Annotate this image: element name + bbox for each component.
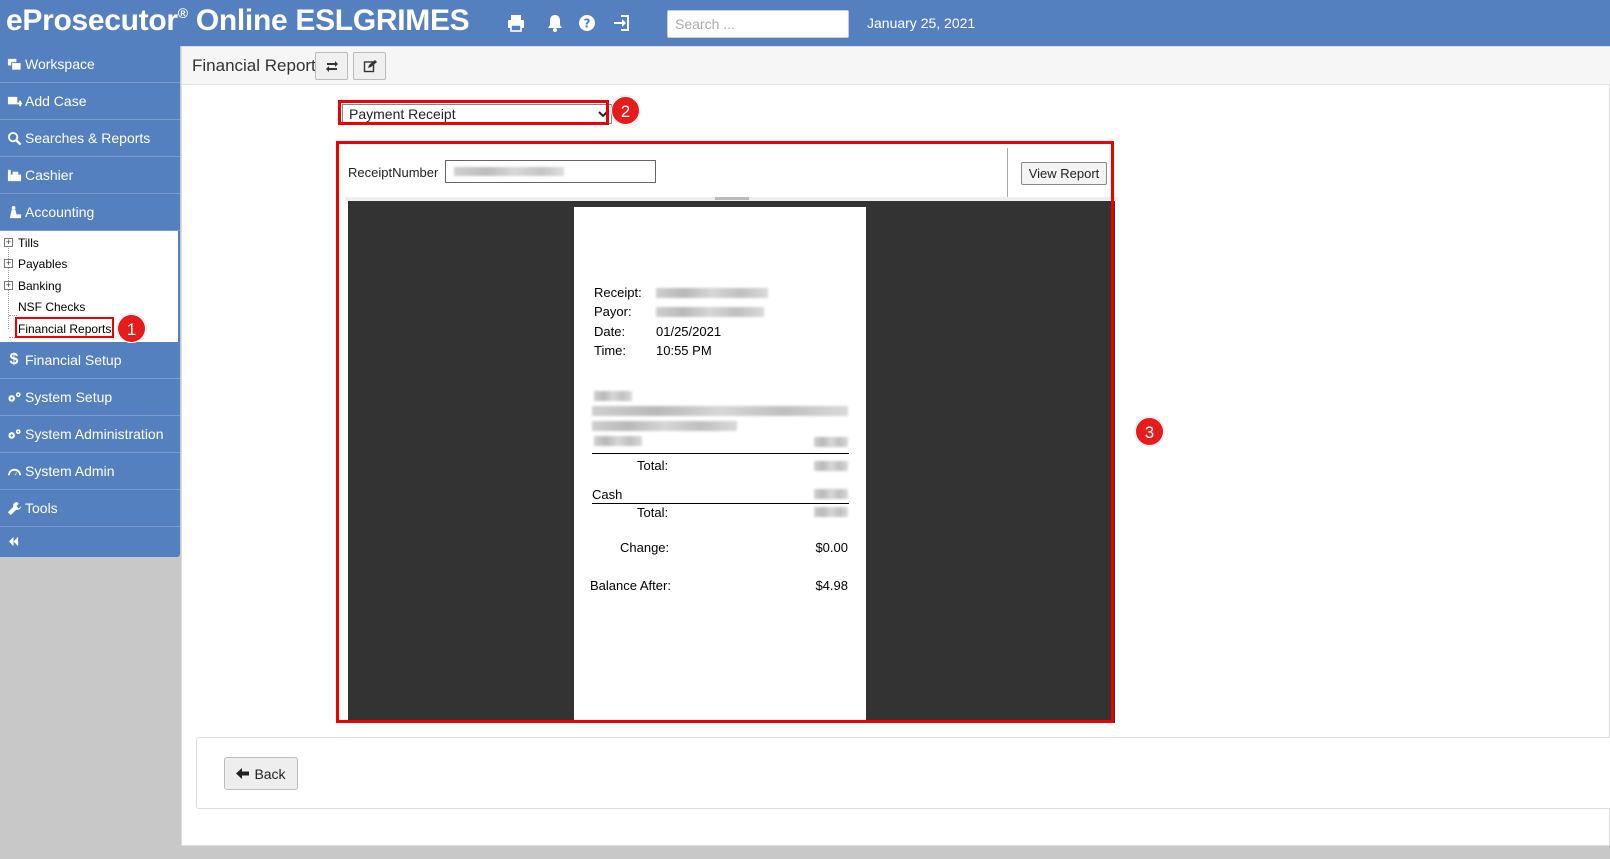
header-date: January 25, 2021 xyxy=(867,15,976,31)
wrench-icon xyxy=(5,500,23,516)
search-icon xyxy=(5,130,23,146)
add-case-icon xyxy=(5,93,23,109)
annotation-highlight-box xyxy=(336,141,1114,723)
sidebar-item-system-administration[interactable]: System Administration xyxy=(0,416,180,453)
sidebar-item-financial-setup[interactable]: $ Financial Setup xyxy=(0,342,180,379)
expand-plus-icon[interactable]: + xyxy=(4,259,13,268)
logout-icon[interactable] xyxy=(610,11,634,35)
arrow-left-icon xyxy=(236,768,250,779)
printer-icon[interactable] xyxy=(504,11,528,35)
page-title: Financial Reports xyxy=(192,56,325,75)
swap-button[interactable] xyxy=(315,52,348,80)
tree-connector xyxy=(9,315,17,316)
accounting-tree: + Tills + Payables + Banking NSF Checks … xyxy=(0,231,180,343)
sidebar-item-searches-reports[interactable]: Searches & Reports xyxy=(0,120,180,157)
expand-plus-icon[interactable]: + xyxy=(4,281,13,290)
sidebar-item-accounting[interactable]: Accounting xyxy=(0,194,180,231)
sidebar-item-add-case[interactable]: Add Case xyxy=(0,83,180,120)
tab-strip: Financial Reports xyxy=(182,47,1610,85)
action-panel: Back xyxy=(196,737,1610,809)
top-bar: eProsecutor® Online ESLGRIMES ? January … xyxy=(0,0,1610,46)
back-button-label: Back xyxy=(254,765,286,782)
accounting-icon xyxy=(5,204,23,220)
sidebar-item-system-setup[interactable]: System Setup xyxy=(0,379,180,416)
help-icon[interactable]: ? xyxy=(575,11,599,35)
sidebar-item-cashier[interactable]: Cashier xyxy=(0,157,180,194)
svg-text:?: ? xyxy=(584,17,591,31)
swap-arrows-icon xyxy=(325,61,338,72)
annotation-badge: 3 xyxy=(1135,417,1164,446)
expand-plus-icon[interactable]: + xyxy=(4,238,13,247)
edit-button[interactable] xyxy=(353,52,386,80)
gears-icon xyxy=(5,389,23,405)
dashboard-icon xyxy=(5,463,23,479)
sidebar-collapse[interactable] xyxy=(0,527,180,557)
cashier-icon xyxy=(5,167,23,183)
workspace-icon xyxy=(5,56,23,72)
registered-mark: ® xyxy=(177,5,188,21)
app-brand[interactable]: eProsecutor® Online ESLGRIMES xyxy=(6,4,470,38)
annotation-highlight-box xyxy=(15,317,114,338)
main-content: Financial Reports Payment Receipt 2 Rece… xyxy=(181,46,1610,846)
annotation-badge: 2 xyxy=(611,96,640,125)
sidebar-item-tools[interactable]: Tools xyxy=(0,490,180,527)
annotation-highlight-box xyxy=(338,100,609,125)
back-button[interactable]: Back xyxy=(224,757,298,790)
sidebar-item-system-admin[interactable]: System Admin xyxy=(0,453,180,490)
edit-icon xyxy=(363,60,377,73)
sidebar-item-workspace[interactable]: Workspace xyxy=(0,46,180,83)
annotation-badge: 1 xyxy=(117,314,146,343)
double-chevron-left-icon[interactable] xyxy=(8,535,19,550)
sidebar: Workspace Add Case Searches & Reports Ca… xyxy=(0,46,180,557)
bell-icon[interactable] xyxy=(543,11,567,35)
dollar-icon: $ xyxy=(9,351,19,368)
search-input[interactable] xyxy=(667,10,849,38)
gears-icon xyxy=(5,426,23,442)
